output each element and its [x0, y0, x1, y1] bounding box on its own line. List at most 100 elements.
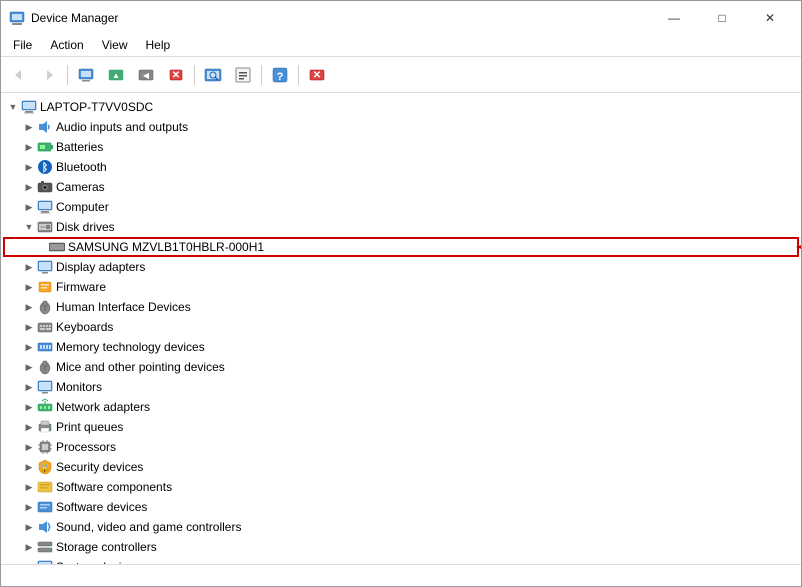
device-manager-window: Device Manager — □ ✕ File Action View He… — [0, 0, 802, 587]
tree-sound[interactable]: ▶ Sound, video and game controllers — [1, 517, 801, 537]
audio-toggle[interactable]: ▶ — [21, 119, 37, 135]
softwarecomp-toggle[interactable]: ▶ — [21, 479, 37, 495]
disk-toggle[interactable]: ▼ — [21, 219, 37, 235]
tree-batteries[interactable]: ▶ Batteries — [1, 137, 801, 157]
tree-softwaredvc[interactable]: ▶ Software devices — [1, 497, 801, 517]
tree-system[interactable]: ▶ System devices — [1, 557, 801, 564]
update-driver-button[interactable]: ▲ — [102, 62, 130, 88]
processors-toggle[interactable]: ▶ — [21, 439, 37, 455]
tree-display[interactable]: ▶ Display adapters — [1, 257, 801, 277]
tree-mice[interactable]: ▶ Mice and other pointing devices — [1, 357, 801, 377]
rollback-button[interactable]: ◀ — [132, 62, 160, 88]
cameras-toggle[interactable]: ▶ — [21, 179, 37, 195]
show-all-button[interactable] — [72, 62, 100, 88]
tree-root[interactable]: ▼ LAPTOP-T7VV0SDC — [1, 97, 801, 117]
audio-label: Audio inputs and outputs — [56, 120, 188, 134]
menu-view[interactable]: View — [94, 36, 136, 54]
mice-icon — [37, 359, 53, 375]
svg-text:?: ? — [277, 71, 284, 83]
security-icon: 🔒 — [37, 459, 53, 475]
svg-text:▲: ▲ — [112, 71, 120, 80]
tree-hid[interactable]: ▶ Human Interface Devices — [1, 297, 801, 317]
disk-icon — [37, 219, 53, 235]
hid-icon — [37, 299, 53, 315]
tree-security[interactable]: ▶ 🔒 Security devices — [1, 457, 801, 477]
tree-computer[interactable]: ▶ Computer — [1, 197, 801, 217]
tree-memory[interactable]: ▶ Memory technology devices — [1, 337, 801, 357]
print-toggle[interactable]: ▶ — [21, 419, 37, 435]
batteries-toggle[interactable]: ▶ — [21, 139, 37, 155]
softwaredvc-icon — [37, 499, 53, 515]
tree-processors[interactable]: ▶ Processors — [1, 437, 801, 457]
monitors-icon — [37, 379, 53, 395]
softwaredvc-toggle[interactable]: ▶ — [21, 499, 37, 515]
svg-text:◀: ◀ — [143, 71, 150, 80]
samsung-label: SAMSUNG MZVLB1T0HBLR-000H1 — [68, 240, 264, 254]
softwarecomp-label: Software components — [56, 480, 172, 494]
security-toggle[interactable]: ▶ — [21, 459, 37, 475]
samsung-icon — [49, 239, 65, 255]
bluetooth-label: Bluetooth — [56, 160, 107, 174]
tree-storage[interactable]: ▶ Storage controllers — [1, 537, 801, 557]
computer-label: Computer — [56, 200, 109, 214]
main-content: ▼ LAPTOP-T7VV0SDC ▶ — [1, 93, 801, 564]
hid-toggle[interactable]: ▶ — [21, 299, 37, 315]
remove-device-button[interactable]: ✕ — [303, 62, 331, 88]
monitors-label: Monitors — [56, 380, 102, 394]
tree-disk[interactable]: ▼ Disk drives — [1, 217, 801, 237]
hid-label: Human Interface Devices — [56, 300, 191, 314]
tree-cameras[interactable]: ▶ Cameras — [1, 177, 801, 197]
properties-button[interactable] — [229, 62, 257, 88]
uninstall-button[interactable]: ✕ — [162, 62, 190, 88]
close-button[interactable]: ✕ — [747, 7, 793, 29]
storage-label: Storage controllers — [56, 540, 157, 554]
tree-softwarecomp[interactable]: ▶ Software components — [1, 477, 801, 497]
softwarecomp-icon — [37, 479, 53, 495]
root-toggle[interactable]: ▼ — [5, 99, 21, 115]
disk-label: Disk drives — [56, 220, 115, 234]
tree-firmware[interactable]: ▶ Firmware — [1, 277, 801, 297]
monitors-toggle[interactable]: ▶ — [21, 379, 37, 395]
processors-icon — [37, 439, 53, 455]
tree-print[interactable]: ▶ Print queues — [1, 417, 801, 437]
network-toggle[interactable]: ▶ — [21, 399, 37, 415]
sound-icon — [37, 519, 53, 535]
firmware-toggle[interactable]: ▶ — [21, 279, 37, 295]
display-icon — [37, 259, 53, 275]
network-icon — [37, 399, 53, 415]
sound-toggle[interactable]: ▶ — [21, 519, 37, 535]
memory-toggle[interactable]: ▶ — [21, 339, 37, 355]
tree-keyboards[interactable]: ▶ Keyboards — [1, 317, 801, 337]
keyboards-toggle[interactable]: ▶ — [21, 319, 37, 335]
storage-toggle[interactable]: ▶ — [21, 539, 37, 555]
tree-samsung[interactable]: SAMSUNG MZVLB1T0HBLR-000H1 — [3, 237, 799, 257]
window-title: Device Manager — [31, 11, 118, 25]
computer-toggle[interactable]: ▶ — [21, 199, 37, 215]
menu-file[interactable]: File — [5, 36, 40, 54]
display-toggle[interactable]: ▶ — [21, 259, 37, 275]
scan-button[interactable] — [199, 62, 227, 88]
processors-label: Processors — [56, 440, 116, 454]
tree-monitors[interactable]: ▶ Monitors — [1, 377, 801, 397]
tree-audio[interactable]: ▶ Audio inputs and outputs — [1, 117, 801, 137]
menu-action[interactable]: Action — [42, 36, 91, 54]
forward-button[interactable] — [35, 62, 63, 88]
tree-bluetooth[interactable]: ▶ ᛒ Bluetooth — [1, 157, 801, 177]
device-tree[interactable]: ▼ LAPTOP-T7VV0SDC ▶ — [1, 93, 801, 564]
sound-label: Sound, video and game controllers — [56, 520, 241, 534]
toolbar-sep-4 — [298, 65, 299, 85]
bluetooth-toggle[interactable]: ▶ — [21, 159, 37, 175]
minimize-button[interactable]: — — [651, 7, 697, 29]
title-bar: Device Manager — □ ✕ — [1, 1, 801, 33]
menu-help[interactable]: Help — [138, 36, 179, 54]
memory-icon — [37, 339, 53, 355]
audio-icon — [37, 119, 53, 135]
help-button[interactable]: ? — [266, 62, 294, 88]
mice-toggle[interactable]: ▶ — [21, 359, 37, 375]
svg-text:ᛒ: ᛒ — [42, 162, 49, 174]
back-button[interactable] — [5, 62, 33, 88]
tree-network[interactable]: ▶ Network adapters — [1, 397, 801, 417]
firmware-label: Firmware — [56, 280, 106, 294]
maximize-button[interactable]: □ — [699, 7, 745, 29]
security-label: Security devices — [56, 460, 143, 474]
